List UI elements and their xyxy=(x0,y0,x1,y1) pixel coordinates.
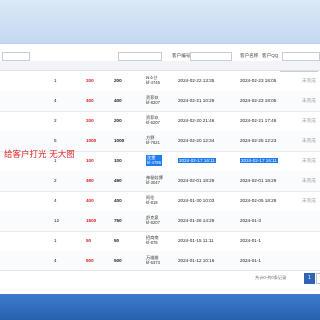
row-amount: 490 xyxy=(86,178,94,183)
row-quantity: 2 xyxy=(54,118,57,123)
table-row[interactable]: 4 400 400 阿伦 kf-818 2024-01-30 10:03 2024-02-0… xyxy=(0,191,320,212)
row-delivery-time: 2024-02-01 18:29 xyxy=(240,178,277,183)
row-order-time: 2024-01-12 10:16 xyxy=(178,258,215,263)
row-quantity: 4 xyxy=(54,258,57,263)
row-order-time: 2024-02-21 10:29 xyxy=(178,98,215,103)
row-customer[interactable]: ꟽ소산 kf-4745 xyxy=(146,75,160,86)
row-amount: 500 xyxy=(86,258,94,263)
row-delivery-time: 2024-01-1 xyxy=(240,238,261,243)
row-paid: 400 xyxy=(114,198,122,203)
row-customer[interactable]: 方野 kf-7621 xyxy=(146,135,160,146)
customer-qq-input[interactable] xyxy=(282,52,320,61)
row-delivery-time: 2024-02-25 12:23 xyxy=(240,138,277,143)
row-status: 未完成 xyxy=(302,198,316,203)
row-customer-line: kf-6373 xyxy=(146,260,160,266)
row-order-time: 2024-01-15 11:11 xyxy=(178,238,214,243)
row-customer-line: kf-878 xyxy=(146,240,158,246)
row-status: 未完成 xyxy=(302,98,316,103)
customer-name-label: 客户名称 xyxy=(240,53,259,58)
row-status: 未完成 xyxy=(302,158,316,163)
row-order-time: 2024-02-17 16:11 xyxy=(178,158,216,163)
row-paid: 100 xyxy=(114,158,122,163)
annotation-text: 给客户打光 无大图 xyxy=(4,150,75,160)
row-paid: 500 xyxy=(114,258,122,263)
desktop-background xyxy=(0,294,320,320)
row-paid: 50 xyxy=(114,238,120,243)
row-customer-line: kf-4786 xyxy=(146,160,162,166)
row-amount: 1000 xyxy=(86,138,97,143)
table-row[interactable]: 4 400 400 资菲玖 kf-8207 2024-02-21 10:29 2024-02… xyxy=(0,91,320,112)
row-delivery-time: 2024-02-17 16:11 xyxy=(240,158,278,163)
row-amount: 50 xyxy=(86,238,92,243)
row-order-time: 2024-02-22 13:35 xyxy=(178,78,215,83)
row-delivery-time: 2024-01-3 xyxy=(240,218,261,223)
keyword-input[interactable] xyxy=(2,52,30,61)
row-delivery-time: 2024-02-21 17:46 xyxy=(240,118,277,123)
row-customer-line: kf-8207 xyxy=(146,100,160,106)
row-customer-line: kf-3047 xyxy=(146,180,160,186)
page-button-current[interactable]: 1 xyxy=(304,273,315,284)
row-quantity: 2 xyxy=(54,178,57,183)
row-paid: 400 xyxy=(114,98,122,103)
row-paid: 750 xyxy=(114,218,122,223)
row-quantity: 5 xyxy=(54,138,57,143)
row-order-time: 2024-01-30 10:03 xyxy=(178,198,215,203)
row-customer-line: kf-4745 xyxy=(146,80,160,86)
row-customer-line: kf-8207 xyxy=(146,220,160,226)
row-customer[interactable]: 招商南 kf-878 xyxy=(146,235,159,246)
row-customer[interactable]: 阿伦 kf-818 xyxy=(146,195,158,206)
customer-id-input[interactable] xyxy=(190,52,232,61)
row-amount: 1500 xyxy=(86,218,97,223)
row-status: 未完成 xyxy=(302,118,316,123)
row-quantity: 1 xyxy=(54,238,57,243)
row-delivery-time: 2024-01-1 xyxy=(240,258,261,263)
row-amount: 400 xyxy=(86,98,94,103)
table-row[interactable]: 1 200 200 ꟽ소산 kf-4745 2024-02-22 13:35 2024-02… xyxy=(0,71,320,92)
row-order-time: 2024-01-26 14:29 xyxy=(178,218,215,223)
row-customer[interactable]: 神秘娃博 kf-3047 xyxy=(146,175,163,186)
row-quantity: 1 xyxy=(54,78,57,83)
row-quantity: 4 xyxy=(54,98,57,103)
table-row[interactable]: 2 490 490 神秘娃博 kf-3047 2024-02-01 18:29 2024-0… xyxy=(0,171,320,192)
row-amount: 200 xyxy=(86,118,94,123)
row-quantity: 4 xyxy=(54,198,57,203)
row-quantity: 12 xyxy=(54,218,60,223)
row-order-time: 2024-02-20 12:34 xyxy=(178,138,215,143)
row-customer-line: kf-818 xyxy=(146,200,158,206)
row-paid: 200 xyxy=(114,118,122,123)
row-amount: 200 xyxy=(86,78,94,83)
row-amount: 100 xyxy=(86,158,94,163)
customer-qq-label: 客户QQ xyxy=(262,53,279,58)
table-header xyxy=(0,61,320,71)
pagination-info: 共计0-共0条记录 xyxy=(255,275,287,280)
table-row[interactable]: 1 50 50 招商南 kf-878 2024-01-15 11:11 2024-01-1 xyxy=(0,231,320,252)
filter-input-2[interactable] xyxy=(118,52,162,61)
table-row[interactable]: 4 500 500 万维维 kf-6373 2024-01-12 10:16 2024-01… xyxy=(0,251,320,272)
row-delivery-time: 2024-02-23 18:05 xyxy=(240,98,277,103)
row-customer[interactable]: 舒克泉 kf-8207 xyxy=(146,215,160,226)
row-customer-line: kf-7621 xyxy=(146,140,160,146)
row-status: 未完成 xyxy=(302,78,316,83)
table-row[interactable]: 2 200 200 资菲玖 kf-8207 2024-02-20 21:46 2024-02… xyxy=(0,111,320,132)
row-customer[interactable]: 万维维 kf-6373 xyxy=(146,255,160,266)
window-top-area xyxy=(0,0,320,44)
row-paid: 200 xyxy=(114,78,122,83)
row-delivery-time: 2024-02-05 18:29 xyxy=(240,198,277,203)
row-order-time: 2024-02-01 18:29 xyxy=(178,178,215,183)
row-customer[interactable]: 资菲玖 kf-8207 xyxy=(146,115,160,126)
row-order-time: 2024-02-20 21:46 xyxy=(178,118,215,123)
row-customer-line: kf-8207 xyxy=(146,120,160,126)
row-customer[interactable]: 资菲玖 kf-8207 xyxy=(146,95,160,106)
table-row[interactable]: 12 1500 750 舒克泉 kf-8207 2024-01-26 14:29 2024-… xyxy=(0,211,320,232)
row-amount: 400 xyxy=(86,198,94,203)
page-button-next[interactable]: 2 xyxy=(316,273,320,284)
row-customer[interactable]: 沈雯 kf-4786 xyxy=(146,155,162,166)
pagination-bar: 共计0-共0条记录 1 2 xyxy=(0,270,320,285)
row-delivery-time: 2024-02-23 18:05 xyxy=(240,78,277,83)
customer-id-label: 客户编号 xyxy=(172,53,191,58)
row-paid: 1000 xyxy=(114,138,125,143)
row-paid: 490 xyxy=(114,178,122,183)
row-status: 未完成 xyxy=(302,178,316,183)
row-status: 未完成 xyxy=(302,138,316,143)
